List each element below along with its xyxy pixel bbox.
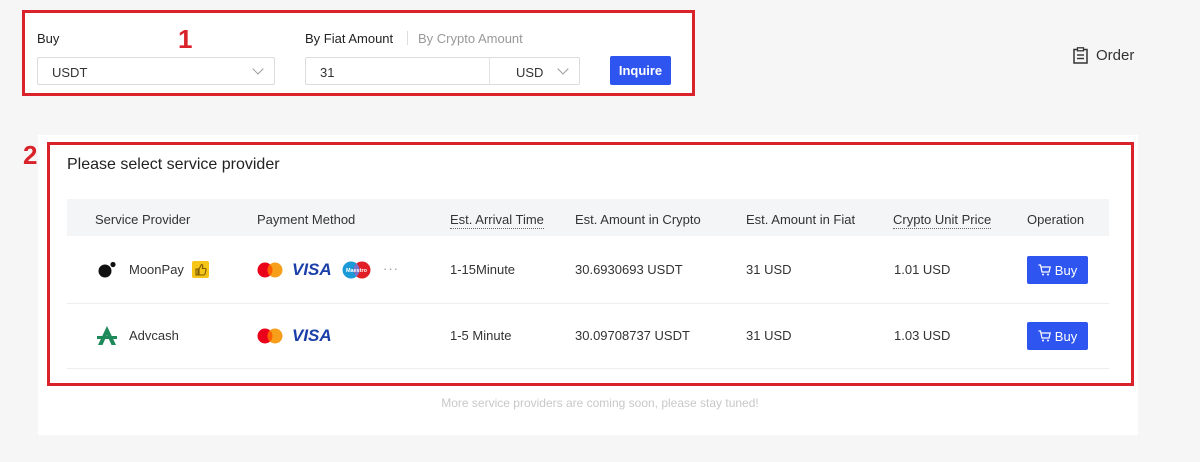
column-amount-crypto: Est. Amount in Crypto bbox=[575, 212, 701, 227]
crypto-select-value: USDT bbox=[52, 65, 88, 80]
amount-input-group: 31 USD bbox=[305, 57, 580, 85]
amount-input[interactable]: 31 bbox=[320, 65, 334, 80]
amount-fiat: 31 USD bbox=[746, 262, 792, 277]
buy-button-moonpay[interactable]: Buy bbox=[1027, 256, 1088, 284]
buy-label: Buy bbox=[37, 31, 60, 46]
arrival-time: 1-15Minute bbox=[450, 262, 516, 277]
crypto-select[interactable]: USDT bbox=[37, 57, 275, 85]
provider-name: MoonPay bbox=[129, 262, 184, 277]
unit-price: 1.03 USD bbox=[894, 328, 951, 343]
buy-button-label: Buy bbox=[1054, 328, 1078, 344]
mastercard-icon bbox=[257, 328, 283, 344]
footnote: More service providers are coming soon, … bbox=[441, 396, 759, 410]
panel-title: Please select service provider bbox=[67, 156, 280, 173]
unit-price: 1.01 USD bbox=[894, 262, 951, 277]
tab-by-fiat-amount[interactable]: By Fiat Amount bbox=[305, 31, 393, 46]
maestro-icon: Maestro bbox=[342, 261, 371, 279]
buy-button-advcash[interactable]: Buy bbox=[1027, 322, 1088, 350]
tab-separator bbox=[407, 31, 408, 45]
maestro-text: Maestro bbox=[346, 268, 368, 274]
order-label: Order bbox=[1096, 47, 1135, 64]
advcash-logo-icon bbox=[97, 326, 117, 345]
column-arrival-time[interactable]: Est. Arrival Time bbox=[450, 212, 544, 229]
column-operation: Operation bbox=[1027, 212, 1085, 227]
annotation-2: 2 bbox=[23, 140, 38, 170]
more-icon[interactable]: ··· bbox=[383, 261, 399, 276]
visa-icon: VISA bbox=[292, 326, 332, 345]
provider-name: Advcash bbox=[129, 328, 179, 343]
input-divider bbox=[489, 58, 490, 84]
order-link[interactable]: Order bbox=[1073, 47, 1134, 64]
amount-crypto: 30.6930693 USDT bbox=[575, 262, 683, 277]
chevron-down-icon bbox=[252, 63, 264, 75]
annotation-1: 1 bbox=[178, 24, 193, 54]
clipboard-icon bbox=[1073, 47, 1088, 64]
cart-icon bbox=[1038, 264, 1051, 276]
amount-fiat: 31 USD bbox=[746, 328, 792, 343]
moonpay-logo-icon bbox=[98, 261, 116, 278]
row-divider bbox=[67, 368, 1109, 369]
visa-icon: VISA bbox=[292, 260, 332, 279]
inquire-button[interactable]: Inquire bbox=[610, 56, 671, 85]
chevron-down-icon[interactable] bbox=[557, 63, 569, 75]
arrival-time: 1-5 Minute bbox=[450, 328, 512, 343]
column-unit-price[interactable]: Crypto Unit Price bbox=[893, 212, 992, 229]
mastercard-icon bbox=[257, 262, 283, 278]
tab-by-crypto-amount[interactable]: By Crypto Amount bbox=[418, 31, 523, 46]
column-payment-method: Payment Method bbox=[257, 212, 356, 227]
column-amount-fiat: Est. Amount in Fiat bbox=[746, 212, 856, 227]
cart-icon bbox=[1038, 330, 1051, 342]
amount-crypto: 30.09708737 USDT bbox=[575, 328, 690, 343]
row-divider bbox=[67, 303, 1109, 304]
column-service-provider: Service Provider bbox=[95, 212, 191, 227]
currency-select-value[interactable]: USD bbox=[516, 65, 543, 80]
buy-button-label: Buy bbox=[1054, 262, 1078, 278]
thumbs-up-icon bbox=[192, 261, 209, 278]
